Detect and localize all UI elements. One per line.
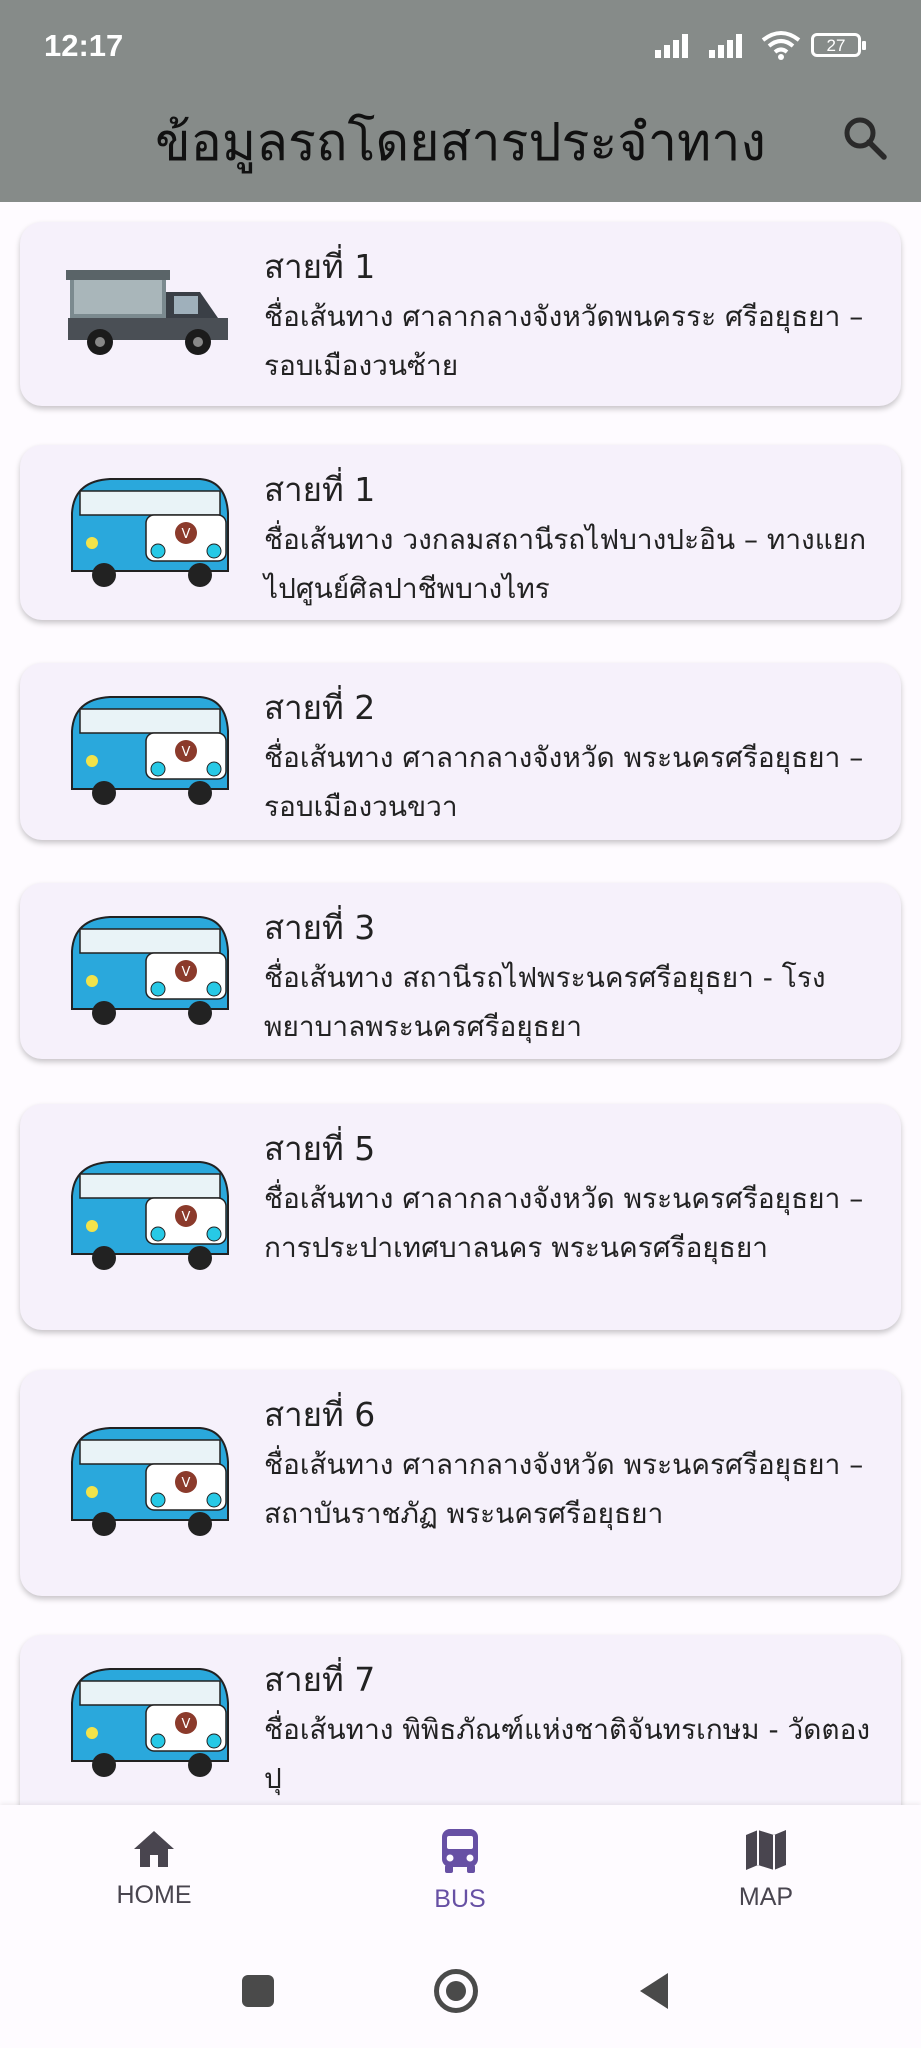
status-time: 12:17 <box>44 28 124 63</box>
route-card[interactable]: V สายที่ 7 ชื่อเส้นทาง พิพิธภัณฑ์แห่งชาต… <box>20 1635 901 1805</box>
route-name: ชื่อเส้นทาง พิพิธภัณฑ์แห่งชาติจันทรเกษม … <box>264 1713 871 1795</box>
route-name: ชื่อเส้นทาง ศาลากลางจังหวัด พระนครศรีอยุ… <box>264 741 864 823</box>
route-name: ชื่อเส้นทาง ศาลากลางจังหวัด พระนครศรีอยุ… <box>264 1182 864 1264</box>
system-navigation-bar <box>0 1945 921 2048</box>
route-card[interactable]: V สายที่ 6 ชื่อเส้นทาง ศาลากลางจังหวัด พ… <box>20 1370 901 1596</box>
svg-text:V: V <box>182 527 191 542</box>
bus-icon <box>442 1829 478 1873</box>
search-icon[interactable] <box>841 114 889 162</box>
status-bar: 12:17 27 <box>0 0 921 95</box>
nav-bus[interactable]: BUS <box>360 1827 560 1914</box>
cartoon-van-image: V <box>71 478 229 587</box>
map-icon <box>746 1830 786 1870</box>
svg-text:V: V <box>182 965 191 980</box>
top-app-bar: 12:17 27 ข้อมูลรถโดยสารประจำทาง <box>0 0 921 202</box>
nav-bus-label: BUS <box>434 1885 486 1913</box>
nav-home-label: HOME <box>116 1881 192 1909</box>
nav-map-label: MAP <box>738 1883 794 1911</box>
route-number: สายที่ 1 <box>264 470 376 509</box>
route-number: สายที่ 3 <box>264 908 376 947</box>
route-name: ชื่อเส้นทาง สถานีรถไฟพระนครศรีอยุธยา - โ… <box>264 961 826 1043</box>
signal-icon <box>655 34 688 58</box>
svg-text:V: V <box>182 745 191 760</box>
route-name: ชื่อเส้นทาง ศาลากลางจังหวัด พระนครศรีอยุ… <box>264 1448 864 1530</box>
wifi-icon <box>761 31 801 60</box>
svg-text:V: V <box>182 1476 191 1491</box>
songthaew-truck-image <box>66 270 228 355</box>
route-card[interactable]: V สายที่ 2 ชื่อเส้นทาง ศาลากลางจังหวัด พ… <box>20 663 901 840</box>
battery-level: 27 <box>826 36 846 55</box>
status-icons: 27 <box>653 30 866 60</box>
bottom-navigation: HOME BUS MAP <box>0 1805 921 1945</box>
recent-apps-button[interactable] <box>242 1975 274 2007</box>
cartoon-van-image: V <box>71 1427 229 1536</box>
cartoon-van-image: V <box>71 916 229 1025</box>
signal-icon <box>709 34 742 58</box>
route-card[interactable]: V สายที่ 1 ชื่อเส้นทาง วงกลมสถานีรถไฟบาง… <box>20 445 901 620</box>
nav-map[interactable]: MAP <box>666 1827 866 1912</box>
svg-text:V: V <box>182 1717 191 1732</box>
back-button[interactable] <box>636 1971 672 2011</box>
route-card[interactable]: สายที่ 1 ชื่อเส้นทาง ศาลากลางจังหวัดพนคร… <box>20 222 901 406</box>
route-list[interactable]: สายที่ 1 ชื่อเส้นทาง ศาลากลางจังหวัดพนคร… <box>0 202 921 1805</box>
route-number: สายที่ 1 <box>264 247 376 286</box>
home-icon <box>134 1831 174 1867</box>
route-card[interactable]: V สายที่ 3 ชื่อเส้นทาง สถานีรถไฟพระนครศร… <box>20 883 901 1059</box>
cartoon-van-image: V <box>71 1161 229 1270</box>
page-title: ข้อมูลรถโดยสารประจำทาง <box>155 113 766 173</box>
cartoon-van-image: V <box>71 696 229 805</box>
battery-icon: 27 <box>811 33 866 57</box>
route-name: ชื่อเส้นทาง ศาลากลางจังหวัดพนครระ ศรีอยุ… <box>264 300 864 382</box>
route-card[interactable]: V สายที่ 5 ชื่อเส้นทาง ศาลากลางจังหวัด พ… <box>20 1104 901 1330</box>
route-number: สายที่ 2 <box>264 688 376 727</box>
route-name: ชื่อเส้นทาง วงกลมสถานีรถไฟบางปะอิน – ทาง… <box>264 523 867 605</box>
route-number: สายที่ 7 <box>264 1660 376 1699</box>
route-number: สายที่ 5 <box>264 1129 376 1168</box>
cartoon-van-image: V <box>71 1668 229 1777</box>
svg-text:V: V <box>182 1210 191 1225</box>
route-number: สายที่ 6 <box>264 1395 376 1434</box>
nav-home[interactable]: HOME <box>54 1827 254 1910</box>
home-button[interactable] <box>434 1969 478 2013</box>
